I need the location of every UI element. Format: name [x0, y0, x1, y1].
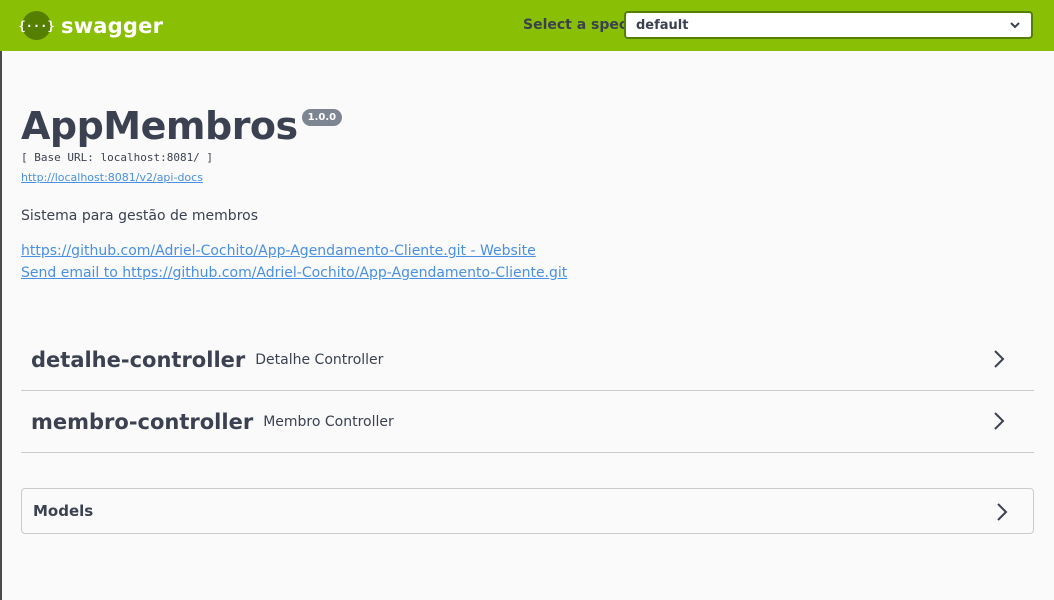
email-link[interactable]: Send email to https://github.com/Adriel-… [21, 265, 567, 281]
version-badge: 1.0.0 [301, 109, 343, 126]
tag-description: Membro Controller [263, 414, 394, 430]
models-label: Models [33, 502, 94, 520]
tag-detalhe-controller[interactable]: detalhe-controller Detalhe Controller [21, 330, 1034, 391]
brand-link[interactable]: {···} swagger [18, 11, 164, 40]
tag-name: membro-controller [31, 410, 254, 434]
chevron-right-icon[interactable] [992, 348, 1006, 370]
website-link[interactable]: https://github.com/Adriel-Cochito/App-Ag… [21, 243, 536, 259]
base-url: [ Base URL: localhost:8081/ ] [21, 151, 214, 164]
spec-select[interactable]: default [624, 11, 1033, 39]
api-docs-link[interactable]: http://localhost:8081/v2/api-docs [21, 171, 203, 184]
tag-description: Detalhe Controller [255, 352, 384, 368]
api-description: Sistema para gestão de membros [21, 208, 259, 224]
spec-select-value: default [636, 17, 689, 33]
topbar: {···} swagger Select a spec default [0, 0, 1054, 51]
tag-name: detalhe-controller [31, 348, 246, 372]
spec-select-label: Select a spec [523, 17, 628, 33]
chevron-right-icon[interactable] [995, 501, 1009, 523]
chevron-right-icon[interactable] [992, 410, 1006, 432]
swagger-logo-icon: {···} [18, 11, 55, 40]
title-row: AppMembros 1.0.0 [21, 103, 343, 149]
tag-membro-controller[interactable]: membro-controller Membro Controller [21, 392, 1034, 453]
left-border [0, 51, 2, 600]
models-section[interactable]: Models [21, 488, 1034, 534]
chevron-down-icon [1010, 22, 1020, 29]
page-title: AppMembros [21, 104, 298, 148]
brand-name: swagger [61, 13, 164, 38]
